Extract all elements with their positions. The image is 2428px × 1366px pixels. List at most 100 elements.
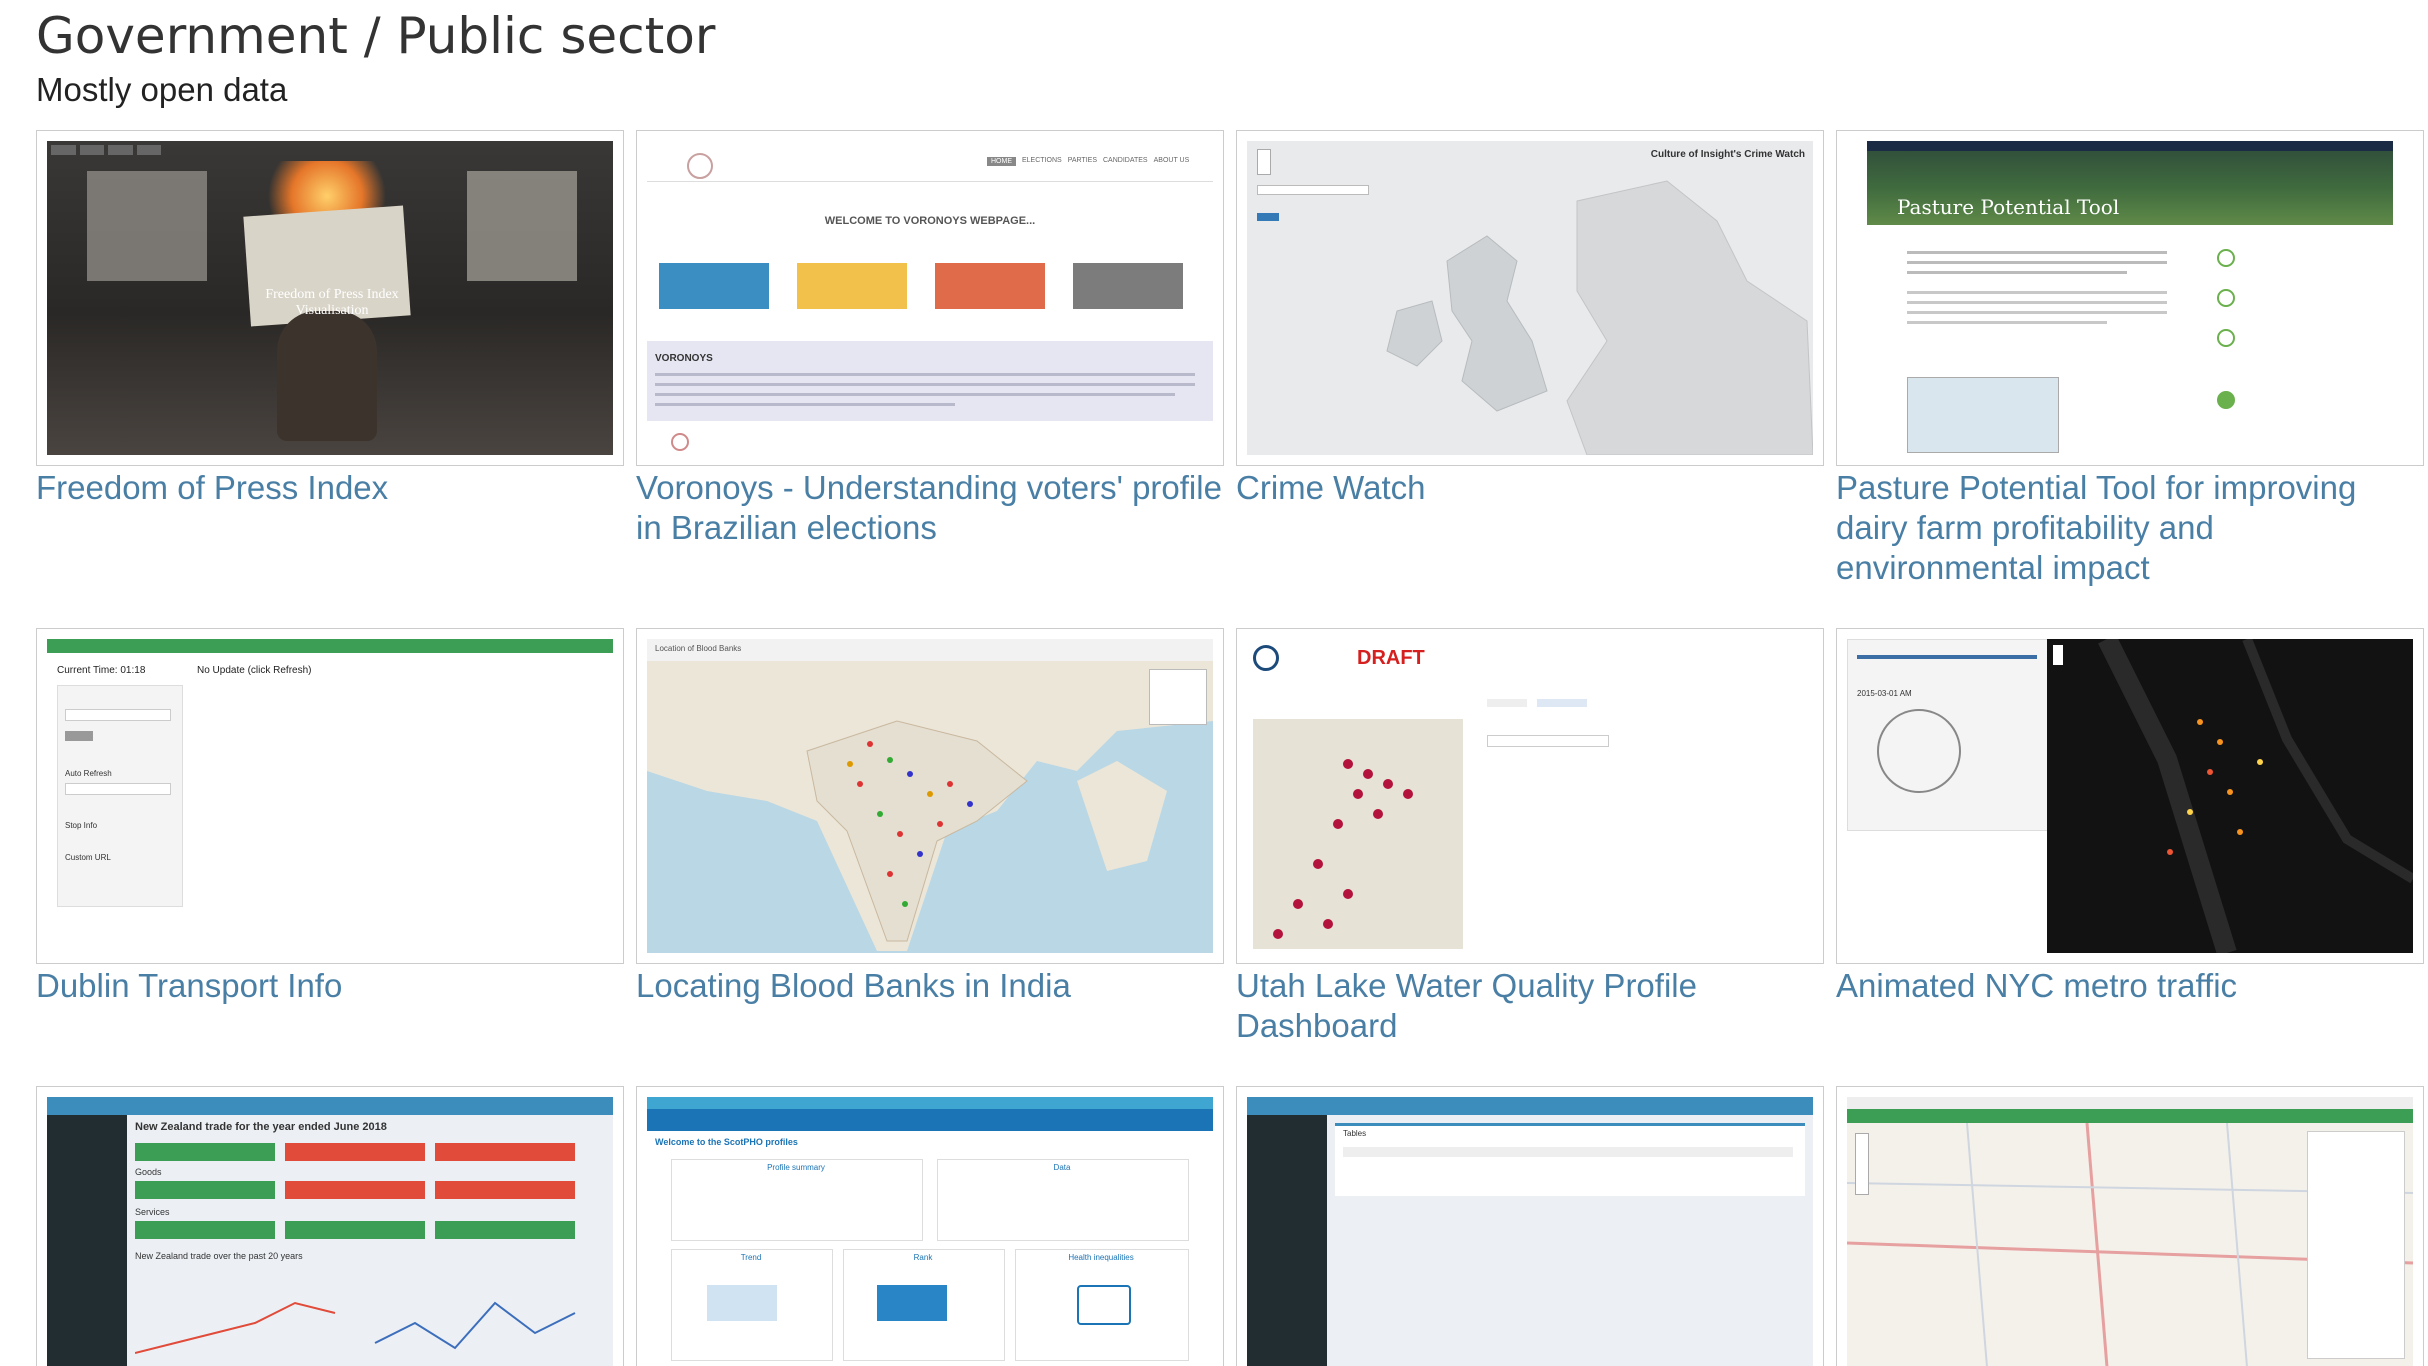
thumbnail[interactable]: Tables xyxy=(1236,1086,1824,1366)
tab[interactable] xyxy=(1487,699,1527,707)
address-input[interactable] xyxy=(1257,185,1369,195)
thumbnail[interactable]: HOME ELECTIONS PARTIES CANDIDATES ABOUT … xyxy=(636,130,1224,466)
thumbnail-image: Location of Blood Banks xyxy=(647,639,1213,953)
value-box xyxy=(135,1221,275,1239)
thumbnail[interactable]: 2015-03-01 AM xyxy=(1836,628,2424,964)
person-shape xyxy=(277,311,377,441)
thumbnail-image: Culture of Insight's Crime Watch xyxy=(1247,141,1813,455)
tab-label[interactable]: Location of Blood Banks xyxy=(655,644,741,653)
card-title-link[interactable]: Crime Watch xyxy=(1236,468,1824,508)
trade-line-chart xyxy=(135,1301,576,1354)
stops-select[interactable] xyxy=(65,709,171,721)
text-line xyxy=(1907,321,2107,324)
value-box xyxy=(285,1221,425,1239)
thumbnail-image: New Zealand trade for the year ended Jun… xyxy=(47,1097,613,1366)
about-section xyxy=(647,341,1213,421)
table-header xyxy=(1343,1147,1793,1157)
zoom-control[interactable] xyxy=(1257,149,1271,175)
thumbnail[interactable] xyxy=(1836,1086,2424,1366)
refresh-button[interactable] xyxy=(65,731,93,741)
card-title-link[interactable]: Utah Lake Water Quality Profile Dashboar… xyxy=(1236,966,1824,1046)
draft-label: DRAFT xyxy=(1357,647,1425,669)
thumbnail-overlay-text: Freedom of Press Index Visualisation xyxy=(265,287,399,318)
card-title-link[interactable]: Dublin Transport Info xyxy=(36,966,624,1006)
nav-item: ABOUT US xyxy=(1153,157,1190,164)
banner xyxy=(647,1097,1213,1109)
top-bar xyxy=(47,1097,613,1115)
thumbnail-image: DRAFT xyxy=(1247,639,1813,953)
welcome-heading: WELCOME TO VORONOYS WEBPAGE... xyxy=(824,215,1036,227)
parameter-select[interactable] xyxy=(1487,735,1609,747)
section-title: Government / Public sector xyxy=(36,7,716,65)
tab[interactable] xyxy=(1537,699,1587,707)
tile-yellow xyxy=(797,263,907,309)
time-slider[interactable] xyxy=(1857,655,2037,659)
nav-item: CANDIDATES xyxy=(1103,157,1148,164)
thumbnail[interactable]: Location of Blood Banks xyxy=(636,628,1224,964)
thumbnail-image: Pasture Potential Tool xyxy=(1847,141,2413,455)
text-line xyxy=(655,373,1195,376)
section-subtitle: Mostly open data xyxy=(36,71,288,108)
nav-item: ELECTIONS xyxy=(1022,157,1062,164)
thumbnail[interactable]: Freedom of Press Index Visualisation xyxy=(36,130,624,466)
mini-map[interactable] xyxy=(1907,377,2059,453)
find-button[interactable] xyxy=(1257,213,1279,221)
nav-item: PARTIES xyxy=(1067,157,1097,164)
trend-chart-icon xyxy=(707,1285,777,1321)
thumbnail[interactable]: New Zealand trade for the year ended Jun… xyxy=(36,1086,624,1366)
inequalities-label: Health inequalities xyxy=(1068,1253,1134,1262)
current-time: Current Time: 01:18 xyxy=(57,665,146,676)
banner-title: Pasture Potential Tool xyxy=(1897,195,2120,219)
value-box xyxy=(135,1181,275,1199)
goods-label: Goods xyxy=(135,1167,162,1177)
step-icon xyxy=(2217,249,2235,267)
title-bar xyxy=(1847,1097,2413,1109)
thumbnail-image: HOME ELECTIONS PARTIES CANDIDATES ABOUT … xyxy=(647,141,1213,455)
tile-blue xyxy=(659,263,769,309)
auto-refresh-select[interactable] xyxy=(65,783,171,795)
trend-label: New Zealand trade over the past 20 years xyxy=(135,1251,303,1261)
value-box xyxy=(435,1221,575,1239)
thumbnail[interactable]: Welcome to the ScotPHO profiles Profile … xyxy=(636,1086,1224,1366)
traffic-points xyxy=(2047,639,2413,953)
value-box xyxy=(285,1143,425,1161)
text-line xyxy=(1907,261,2167,264)
map-title: Culture of Insight's Crime Watch xyxy=(1650,149,1805,160)
zoom-control[interactable] xyxy=(2053,645,2063,665)
card-title-link[interactable]: Pasture Potential Tool for improving dai… xyxy=(1836,468,2424,588)
update-status: No Update (click Refresh) xyxy=(197,665,312,676)
agency-logo-icon xyxy=(1253,645,1279,671)
card-title-link[interactable]: Animated NYC metro traffic xyxy=(1836,966,2424,1006)
map-toolbar[interactable] xyxy=(1855,1133,1869,1195)
auto-refresh-label: Auto Refresh xyxy=(65,769,112,778)
value-box xyxy=(285,1181,425,1199)
card-title-link[interactable]: Locating Blood Banks in India xyxy=(636,966,1224,1006)
mini-tabs xyxy=(51,145,161,155)
section-heading: VORONOYS xyxy=(655,353,713,364)
step-icon xyxy=(2217,391,2235,409)
welcome-heading: Welcome to the ScotPHO profiles xyxy=(655,1137,798,1147)
text-line xyxy=(655,383,1195,386)
card-title-link[interactable]: Voronoys - Understanding voters' profile… xyxy=(636,468,1224,548)
logo-icon xyxy=(687,153,713,179)
logo-icon xyxy=(671,433,689,451)
site-markers xyxy=(1253,719,1463,949)
card-title-link[interactable]: Freedom of Press Index xyxy=(36,468,624,508)
thumbnail[interactable]: DRAFT xyxy=(1236,628,1824,964)
scales-icon xyxy=(1077,1285,1131,1325)
step-icon xyxy=(2217,329,2235,347)
thumbnail[interactable]: Culture of Insight's Crime Watch xyxy=(1236,130,1824,466)
value-box xyxy=(435,1181,575,1199)
thumbnail[interactable]: Pasture Potential Tool xyxy=(1836,130,2424,466)
custom-url-label: Custom URL xyxy=(65,853,111,862)
sidebar xyxy=(1247,1115,1327,1366)
text-line xyxy=(1907,311,2167,314)
thumbnail-image: Current Time: 01:18 No Update (click Ref… xyxy=(47,639,613,953)
map-legend xyxy=(1149,669,1207,725)
tables-panel xyxy=(1335,1123,1805,1196)
trade-heading: New Zealand trade for the year ended Jun… xyxy=(135,1121,387,1133)
thumbnail[interactable]: Current Time: 01:18 No Update (click Ref… xyxy=(36,628,624,964)
stop-info-label: Stop Info xyxy=(65,821,98,830)
trend-label: Trend xyxy=(740,1253,762,1262)
thumbnail-image: Tables xyxy=(1247,1097,1813,1366)
